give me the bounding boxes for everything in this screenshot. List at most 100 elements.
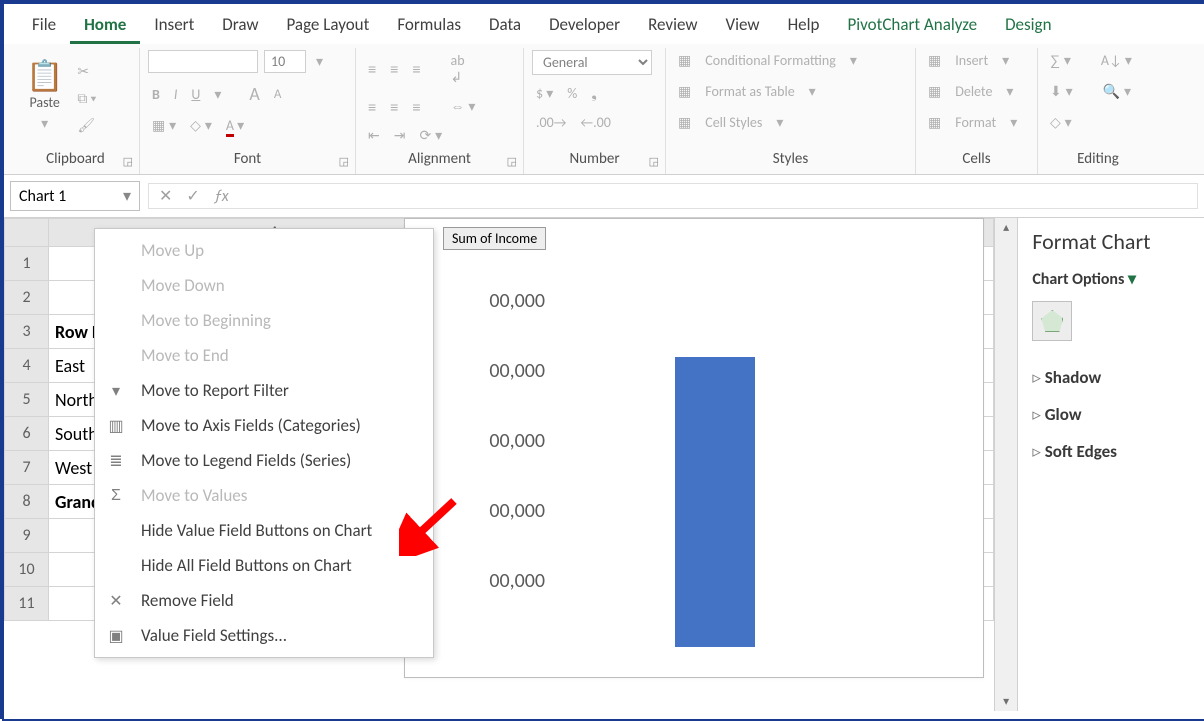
paste-button[interactable]: 📋 Paste ▾: [20, 60, 69, 136]
fill-color-button[interactable]: ◇ ▾: [186, 115, 216, 136]
shrink-font-button[interactable]: A: [270, 85, 286, 104]
align-middle-icon[interactable]: ≡: [386, 59, 402, 79]
tab-formulas[interactable]: Formulas: [383, 10, 475, 44]
font-size-combo[interactable]: [264, 50, 306, 73]
vertical-scrollbar[interactable]: ▴ ▾: [994, 218, 1017, 711]
menu-remove-field[interactable]: ✕Remove Field: [95, 583, 433, 618]
scroll-down-icon[interactable]: ▾: [995, 694, 1017, 709]
tab-design[interactable]: Design: [991, 10, 1065, 44]
row-header[interactable]: 4: [5, 349, 49, 383]
dialog-launcher-icon[interactable]: ◲: [123, 155, 133, 168]
chart-options-dropdown[interactable]: Chart Options ▾: [1032, 269, 1204, 289]
increase-decimal-button[interactable]: .00→: [532, 112, 570, 133]
tab-review[interactable]: Review: [634, 10, 711, 44]
row-header[interactable]: 5: [5, 383, 49, 417]
insert-cells-button[interactable]: ▦Insert▾: [924, 50, 1013, 71]
dialog-launcher-icon[interactable]: ◲: [649, 155, 659, 168]
merge-center-icon[interactable]: ⇔ ▾: [447, 96, 480, 117]
delete-cells-button[interactable]: ▦Delete▾: [924, 81, 1017, 102]
wrap-text-icon[interactable]: ab↲: [447, 50, 469, 88]
tab-pivotchart-analyze[interactable]: PivotChart Analyze: [833, 10, 991, 44]
section-soft-edges[interactable]: Soft Edges: [1032, 433, 1204, 470]
tab-data[interactable]: Data: [475, 10, 535, 44]
formula-input[interactable]: [243, 187, 1187, 206]
grow-font-button[interactable]: A: [245, 81, 263, 107]
chart-field-button[interactable]: Sum of Income: [443, 227, 546, 250]
menu-move-axis-fields[interactable]: ▥Move to Axis Fields (Categories): [95, 408, 433, 443]
tab-developer[interactable]: Developer: [535, 10, 634, 44]
menu-move-legend-fields[interactable]: ≣Move to Legend Fields (Series): [95, 443, 433, 478]
bold-button[interactable]: B: [148, 84, 164, 105]
borders-button[interactable]: ▦ ▾: [148, 115, 180, 136]
conditional-formatting-button[interactable]: ▦Conditional Formatting▾: [674, 50, 861, 71]
tab-page-layout[interactable]: Page Layout: [273, 10, 384, 44]
row-header[interactable]: 1: [5, 247, 49, 281]
scroll-up-icon[interactable]: ▴: [995, 220, 1017, 235]
pivot-chart[interactable]: Sum of Income 00,000 00,000 00,000 00,00…: [404, 218, 984, 678]
section-shadow[interactable]: Shadow: [1032, 359, 1204, 396]
fx-icon[interactable]: ƒx: [214, 187, 229, 206]
number-format-combo[interactable]: General: [532, 50, 652, 75]
row-header[interactable]: 7: [5, 451, 49, 485]
dialog-launcher-icon[interactable]: ◲: [507, 155, 517, 168]
sort-filter-icon[interactable]: A↓ ▾: [1097, 50, 1136, 71]
cancel-icon[interactable]: ✕: [159, 186, 172, 206]
worksheet-grid[interactable]: A B C D E F G 1 2 3Row La 4East 5North 6…: [4, 218, 994, 711]
currency-button[interactable]: $ ▾: [532, 83, 557, 104]
ribbon: 📋 Paste ▾ ✂ ⧉ ▾ 🖌 Clipboard◲ ▾ B I U: [4, 44, 1204, 175]
chevron-down-icon[interactable]: ▾: [312, 51, 327, 72]
align-center-icon[interactable]: ≡: [386, 97, 402, 117]
decrease-indent-icon[interactable]: ⇤: [364, 125, 384, 146]
copy-icon[interactable]: ⧉ ▾: [73, 88, 100, 109]
percent-button[interactable]: %: [563, 83, 581, 104]
cut-icon[interactable]: ✂: [73, 61, 100, 82]
section-glow[interactable]: Glow: [1032, 396, 1204, 433]
format-as-table-button[interactable]: ▦Format as Table▾: [674, 81, 820, 102]
align-bottom-icon[interactable]: ≡: [408, 59, 424, 79]
tab-help[interactable]: Help: [774, 10, 834, 44]
row-header[interactable]: 2: [5, 281, 49, 315]
row-header[interactable]: 3: [5, 315, 49, 349]
chevron-down-icon[interactable]: ▾: [210, 84, 225, 105]
tab-file[interactable]: File: [18, 10, 70, 44]
autosum-icon[interactable]: ∑ ▾: [1046, 50, 1075, 71]
italic-button[interactable]: I: [170, 84, 182, 105]
clear-icon[interactable]: ◇ ▾: [1046, 112, 1076, 133]
grid-icon: ▦: [674, 112, 695, 133]
orientation-icon[interactable]: ⟳ ▾: [415, 125, 446, 146]
row-header[interactable]: 10: [5, 553, 49, 587]
select-all-corner[interactable]: [5, 219, 49, 247]
row-header[interactable]: 9: [5, 519, 49, 553]
format-cells-button[interactable]: ▦Format▾: [924, 112, 1021, 133]
font-color-button[interactable]: A ▾: [222, 115, 248, 136]
menu-value-field-settings[interactable]: ▣Value Field Settings...: [95, 618, 433, 653]
tab-view[interactable]: View: [712, 10, 774, 44]
row-header[interactable]: 8: [5, 485, 49, 519]
tab-draw[interactable]: Draw: [208, 10, 272, 44]
effects-tab-button[interactable]: [1032, 301, 1072, 341]
comma-button[interactable]: ❟: [587, 83, 601, 104]
tab-insert[interactable]: Insert: [140, 10, 208, 44]
cell-styles-button[interactable]: ▦Cell Styles▾: [674, 112, 787, 133]
align-right-icon[interactable]: ≡: [408, 97, 424, 117]
enter-icon[interactable]: ✓: [186, 186, 199, 206]
menu-hide-all-field-buttons[interactable]: Hide All Field Buttons on Chart: [95, 548, 433, 583]
format-painter-icon[interactable]: 🖌: [73, 115, 100, 136]
menu-move-report-filter[interactable]: ▾Move to Report Filter: [95, 373, 433, 408]
formula-bar: Chart 1▾ ✕ ✓ ƒx: [4, 175, 1204, 218]
font-name-combo[interactable]: [148, 50, 258, 73]
row-header[interactable]: 11: [5, 587, 49, 621]
tab-home[interactable]: Home: [70, 10, 140, 44]
increase-indent-icon[interactable]: ⇥: [390, 125, 410, 146]
row-header[interactable]: 6: [5, 417, 49, 451]
decrease-decimal-button[interactable]: ←.00: [576, 112, 614, 133]
underline-button[interactable]: U: [187, 84, 204, 105]
menu-hide-value-field-buttons[interactable]: Hide Value Field Buttons on Chart: [95, 513, 433, 548]
find-icon[interactable]: 🔍 ▾: [1099, 81, 1135, 102]
chart-bar[interactable]: [675, 357, 755, 647]
name-box[interactable]: Chart 1▾: [10, 181, 140, 211]
fill-icon[interactable]: ⬇ ▾: [1046, 81, 1077, 102]
align-left-icon[interactable]: ≡: [364, 97, 380, 117]
dialog-launcher-icon[interactable]: ◲: [339, 155, 349, 168]
align-top-icon[interactable]: ≡: [364, 59, 380, 79]
